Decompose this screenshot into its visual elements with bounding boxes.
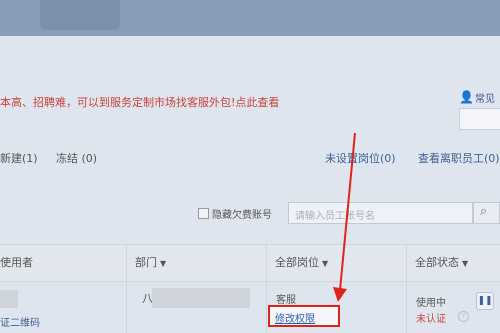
arrow-shaft [339, 132, 356, 291]
arrow-head [333, 287, 347, 302]
annotation-arrow [333, 132, 356, 302]
